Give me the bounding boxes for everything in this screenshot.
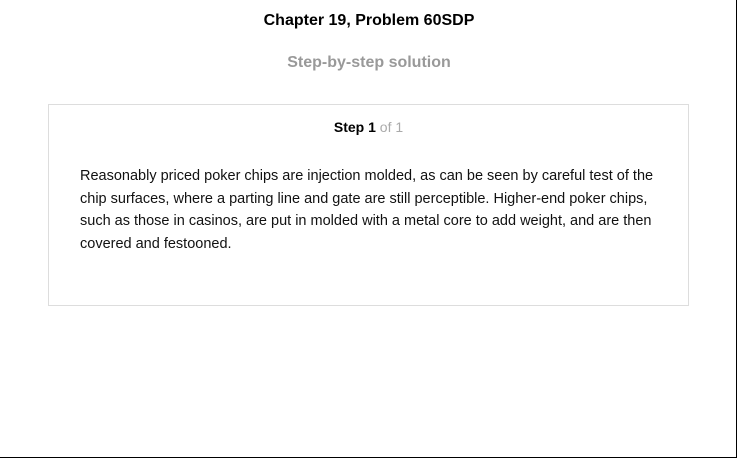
step-card: Step 1 of 1 Reasonably priced poker chip… [48,104,689,306]
solution-subtitle: Step-by-step solution [287,54,451,71]
page-title: Chapter 19, Problem 60SDP [263,12,475,29]
step-number: 1 [368,119,376,135]
step-label: Step 1 [334,119,376,135]
step-header: Step 1 of 1 [49,118,688,136]
step-of-total: of 1 [379,119,404,135]
step-body-text: Reasonably priced poker chips are inject… [80,168,654,252]
step-label-text: Step [333,119,365,135]
